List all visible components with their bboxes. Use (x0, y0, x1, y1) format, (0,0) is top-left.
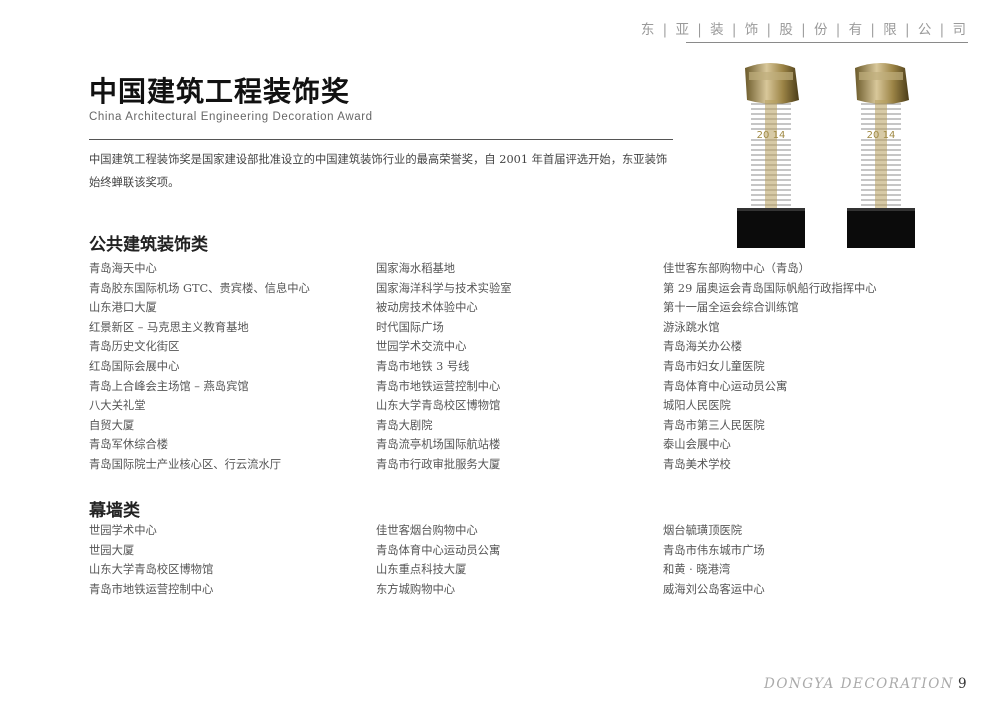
curtain-wall-project-list: 世园学术中心 佳世客烟台购物中心 烟台毓璜顶医院 世园大厦 青岛体育中心运动员公寓 青岛市… (89, 521, 909, 599)
trophy-engraving: 20 14 (757, 130, 786, 141)
project-item: 青岛流亭机场国际航站楼 (376, 438, 501, 452)
project-item: 泰山会展中心 (663, 438, 731, 452)
project-item: 青岛市地铁运营控制中心 (376, 379, 501, 393)
project-item: 世园大厦 (89, 543, 135, 557)
project-item: 第十一届全运会综合训练馆 (663, 301, 799, 315)
project-item: 青岛胶东国际机场 GTC、贵宾楼、信息中心 (89, 281, 310, 295)
footer-brand: DONGYA DECORATION (764, 676, 955, 692)
project-item: 青岛市地铁 3 号线 (376, 359, 470, 373)
project-item: 青岛体育中心运动员公寓 (663, 379, 788, 393)
project-item: 山东大学青岛校区博物馆 (89, 563, 214, 577)
project-item: 山东重点科技大厦 (376, 563, 467, 577)
header-rule (686, 42, 968, 43)
project-item: 佳世客东部购物中心（青岛） (663, 262, 810, 275)
project-item: 烟台毓璜顶医院 (663, 524, 743, 537)
project-item: 青岛军休综合楼 (89, 438, 169, 452)
trophy-image: 20 14 (737, 63, 805, 248)
page-title: 中国建筑工程装饰奖 (89, 75, 351, 108)
project-item: 青岛市行政审批服务大厦 (376, 457, 501, 471)
project-item: 威海刘公岛客运中心 (663, 582, 765, 596)
project-item: 青岛大剧院 (376, 418, 433, 432)
project-item: 青岛美术学校 (663, 457, 731, 471)
public-building-project-list: 青岛海天中心 国家海水稻基地 佳世客东部购物中心（青岛） 青岛胶东国际机场 GTC、贵… (89, 259, 909, 475)
project-item: 红岛国际会展中心 (89, 359, 180, 373)
project-item: 被动房技术体验中心 (376, 301, 478, 315)
project-item: 青岛市第三人民医院 (663, 418, 765, 432)
project-item: 青岛海关办公楼 (663, 340, 743, 354)
project-item: 八大关礼堂 (89, 399, 146, 413)
page-number: 9 (958, 676, 967, 692)
project-item: 城阳人民医院 (663, 399, 731, 413)
project-item: 自贸大厦 (89, 418, 135, 432)
project-item: 青岛市伟东城市广场 (663, 543, 765, 557)
project-item: 国家海水稻基地 (376, 262, 456, 275)
project-item: 山东大学青岛校区博物馆 (376, 399, 501, 413)
project-item: 佳世客烟台购物中心 (376, 524, 478, 537)
project-item: 青岛历史文化街区 (89, 340, 180, 354)
trophy-image: 20 14 (847, 63, 915, 248)
intro-paragraph: 中国建筑工程装饰奖是国家建设部批准设立的中国建筑装饰行业的最高荣誉奖，自 200… (89, 153, 668, 189)
project-item: 世园学术交流中心 (376, 340, 467, 354)
project-item: 第 29 届奥运会青岛国际帆船行政指挥中心 (663, 281, 877, 295)
section-title-curtain-wall: 幕墙类 (89, 501, 140, 521)
project-item: 红景新区 – 马克思主义教育基地 (89, 320, 249, 334)
project-item: 青岛市地铁运营控制中心 (89, 582, 214, 596)
project-item: 国家海洋科学与技术实验室 (376, 281, 512, 295)
project-item: 游泳跳水馆 (663, 320, 720, 334)
title-rule (89, 139, 673, 140)
project-item: 和黄 · 晓港湾 (663, 563, 731, 577)
project-item: 青岛上合峰会主场馆 – 燕岛宾馆 (89, 379, 249, 393)
project-item: 青岛体育中心运动员公寓 (376, 543, 501, 557)
project-item: 山东港口大厦 (89, 301, 157, 315)
project-item: 青岛国际院士产业核心区、行云流水厅 (89, 457, 282, 471)
project-item: 东方城购物中心 (376, 582, 456, 596)
project-item: 时代国际广场 (376, 320, 444, 334)
trophy-engraving: 20 14 (867, 130, 896, 141)
section-title-public-building: 公共建筑装饰类 (89, 235, 208, 255)
company-name: 东 | 亚 | 装 | 饰 | 股 | 份 | 有 | 限 | 公 | 司 (640, 22, 968, 38)
project-item: 青岛海天中心 (89, 262, 157, 275)
project-item: 世园学术中心 (89, 524, 157, 537)
page-subtitle: China Architectural Engineering Decorati… (89, 111, 373, 123)
project-item: 青岛市妇女儿童医院 (663, 359, 765, 373)
